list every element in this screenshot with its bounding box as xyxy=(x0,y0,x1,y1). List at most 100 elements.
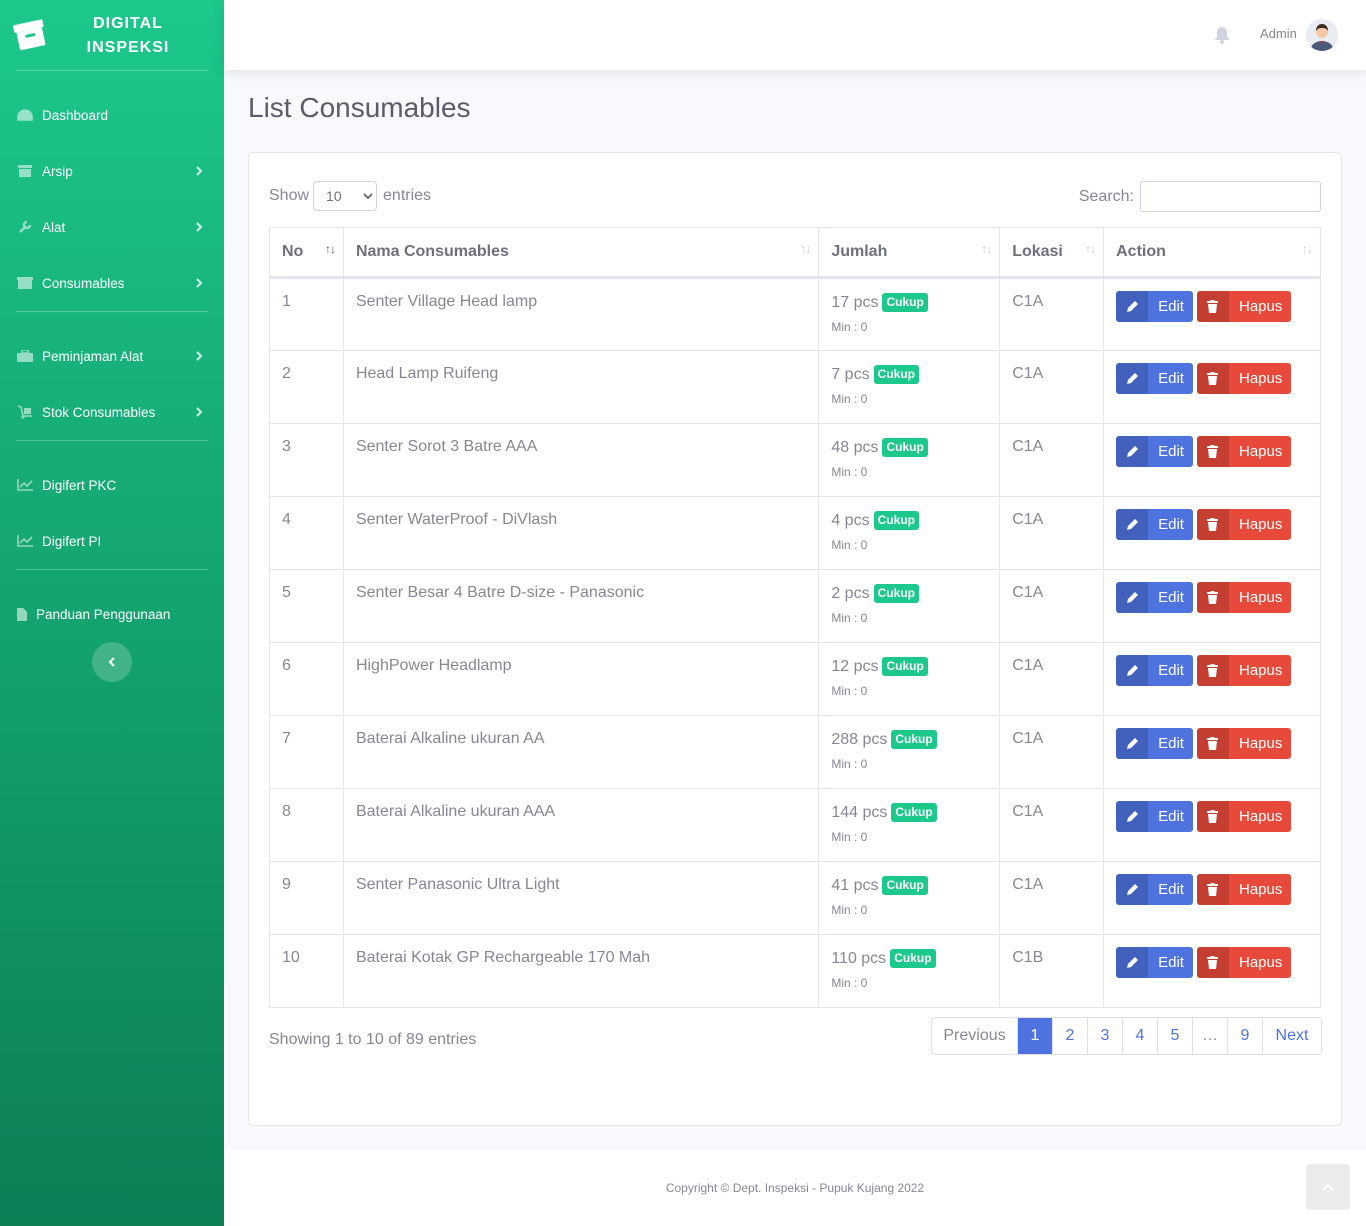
cell-name: Senter Village Head lamp xyxy=(342,277,820,351)
sidebar-item-stok-consumables[interactable]: Stok Consumables xyxy=(0,384,224,440)
cell-name: Senter WaterProof - DiVlash xyxy=(342,496,820,570)
header-no[interactable]: No ↑↓ xyxy=(269,227,344,279)
trash-icon xyxy=(1196,436,1229,467)
dolly-icon xyxy=(16,405,34,419)
entries-length-control: Show 10 entries xyxy=(269,181,431,211)
edit-label: Edit xyxy=(1158,662,1184,679)
pagination-previous[interactable]: Previous xyxy=(932,1018,1018,1054)
quantity-value: 48 pcs xyxy=(831,438,879,456)
pencil-icon xyxy=(1116,728,1149,759)
sidebar-item-digifert-pkc[interactable]: Digifert PKC xyxy=(0,457,224,513)
delete-button[interactable]: Hapus xyxy=(1196,582,1292,613)
edit-button[interactable]: Edit xyxy=(1116,363,1193,394)
quantity-value: 17 pcs xyxy=(831,293,879,311)
trash-icon xyxy=(1196,801,1229,832)
edit-button[interactable]: Edit xyxy=(1116,801,1193,832)
pagination-page[interactable]: 4 xyxy=(1123,1018,1158,1054)
header-label: No xyxy=(282,243,304,260)
status-badge: Cukup xyxy=(882,657,928,676)
avatar[interactable] xyxy=(1306,19,1338,51)
edit-button[interactable]: Edit xyxy=(1116,947,1193,978)
edit-button[interactable]: Edit xyxy=(1116,655,1193,686)
delete-button[interactable]: Hapus xyxy=(1196,655,1292,686)
sidebar-item-consumables[interactable]: Consumables xyxy=(0,255,224,311)
sidebar-item-alat[interactable]: Alat xyxy=(0,199,224,255)
chevron-right-icon xyxy=(196,222,203,232)
brand[interactable]: DIGITAL INSPEKSI xyxy=(0,0,224,70)
cell-action: Edit Hapus xyxy=(1103,569,1321,643)
sidebar-toggle-button[interactable] xyxy=(92,642,132,682)
header-jumlah[interactable]: Jumlah ↑↓ xyxy=(818,227,1001,279)
pagination-ellipsis: … xyxy=(1193,1018,1228,1054)
edit-label: Edit xyxy=(1158,808,1184,825)
quantity-value: 7 pcs xyxy=(831,365,870,383)
edit-label: Edit xyxy=(1158,370,1184,387)
pagination-page[interactable]: 9 xyxy=(1228,1018,1263,1054)
sort-icon: ↑↓ xyxy=(981,242,992,256)
cell-no: 2 xyxy=(269,350,344,424)
delete-button[interactable]: Hapus xyxy=(1196,363,1292,394)
pencil-icon xyxy=(1116,291,1149,322)
edit-button[interactable]: Edit xyxy=(1116,874,1193,905)
scroll-to-top-button[interactable] xyxy=(1306,1164,1350,1210)
archive-logo-icon xyxy=(13,19,46,51)
sidebar-item-digifert-pi[interactable]: Digifert PI xyxy=(0,513,224,569)
cell-name: Senter Panasonic Ultra Light xyxy=(342,861,820,935)
delete-button[interactable]: Hapus xyxy=(1196,291,1292,322)
cell-lokasi: C1A xyxy=(999,350,1105,424)
pagination-next[interactable]: Next xyxy=(1263,1018,1321,1054)
sidebar-item-arsip[interactable]: Arsip xyxy=(0,143,224,199)
edit-button[interactable]: Edit xyxy=(1116,728,1193,759)
chevron-right-icon xyxy=(196,407,203,417)
trash-icon xyxy=(1196,509,1229,540)
cell-jumlah: 48 pcs Cukup Min : 0 xyxy=(818,423,1001,497)
brand-line1: DIGITAL xyxy=(93,15,163,32)
header-lokasi[interactable]: Lokasi ↑↓ xyxy=(999,227,1105,279)
table-row: 10 Baterai Kotak GP Rechargeable 170 Mah… xyxy=(269,934,1321,1008)
edit-button[interactable]: Edit xyxy=(1116,582,1193,613)
header-action[interactable]: Action ↑↓ xyxy=(1103,227,1321,279)
sidebar: DIGITAL INSPEKSI Dashboard Arsip Alat Co… xyxy=(0,0,224,1226)
minimum-stock: Min : 0 xyxy=(831,538,868,552)
delete-button[interactable]: Hapus xyxy=(1196,436,1292,467)
delete-label: Hapus xyxy=(1238,881,1283,898)
delete-button[interactable]: Hapus xyxy=(1196,874,1292,905)
edit-button[interactable]: Edit xyxy=(1116,436,1193,467)
sidebar-item-dashboard[interactable]: Dashboard xyxy=(0,87,224,143)
sidebar-item-label: Arsip xyxy=(42,163,73,179)
footer: Copyright © Dept. Inspeksi - Pupuk Kujan… xyxy=(224,1150,1366,1226)
search-label: Search: xyxy=(1078,187,1134,205)
pagination-page[interactable]: 3 xyxy=(1088,1018,1123,1054)
delete-label: Hapus xyxy=(1238,298,1283,315)
page-title: List Consumables xyxy=(248,92,471,123)
search-input[interactable] xyxy=(1140,181,1321,212)
delete-button[interactable]: Hapus xyxy=(1196,509,1292,540)
delete-button[interactable]: Hapus xyxy=(1196,947,1292,978)
edit-label: Edit xyxy=(1158,589,1184,606)
wrench-icon xyxy=(16,220,34,234)
user-name[interactable]: Admin xyxy=(1260,26,1297,41)
delete-button[interactable]: Hapus xyxy=(1196,801,1292,832)
delete-button[interactable]: Hapus xyxy=(1196,728,1292,759)
quantity: 144 pcs Cukup xyxy=(831,803,987,822)
delete-label: Hapus xyxy=(1238,808,1283,825)
pagination-page[interactable]: 2 xyxy=(1053,1018,1088,1054)
quantity: 17 pcs Cukup xyxy=(831,293,987,312)
cell-no: 3 xyxy=(269,423,344,497)
minimum-stock: Min : 0 xyxy=(831,830,868,844)
sidebar-item-panduan-penggunaan[interactable]: Panduan Penggunaan xyxy=(0,586,224,642)
sidebar-item-peminjaman-alat[interactable]: Peminjaman Alat xyxy=(0,328,224,384)
cell-name: Baterai Kotak GP Rechargeable 170 Mah xyxy=(342,934,820,1008)
header-nama[interactable]: Nama Consumables ↑↓ xyxy=(342,227,820,279)
cell-action: Edit Hapus xyxy=(1103,788,1321,862)
pagination-page[interactable]: 1 xyxy=(1018,1018,1053,1054)
delete-label: Hapus xyxy=(1238,662,1283,679)
bell-icon[interactable] xyxy=(1214,26,1230,44)
edit-button[interactable]: Edit xyxy=(1116,509,1193,540)
pagination-page[interactable]: 5 xyxy=(1158,1018,1193,1054)
table-header-row: No ↑↓ Nama Consumables ↑↓ Jumlah ↑↓ Lokasi ↑… xyxy=(269,227,1321,279)
page-length-select[interactable]: 10 xyxy=(313,181,378,211)
edit-button[interactable]: Edit xyxy=(1116,291,1193,322)
cell-action: Edit Hapus xyxy=(1103,277,1321,351)
table-row: 7 Baterai Alkaline ukuran AA 288 pcs Cuk… xyxy=(269,715,1321,789)
